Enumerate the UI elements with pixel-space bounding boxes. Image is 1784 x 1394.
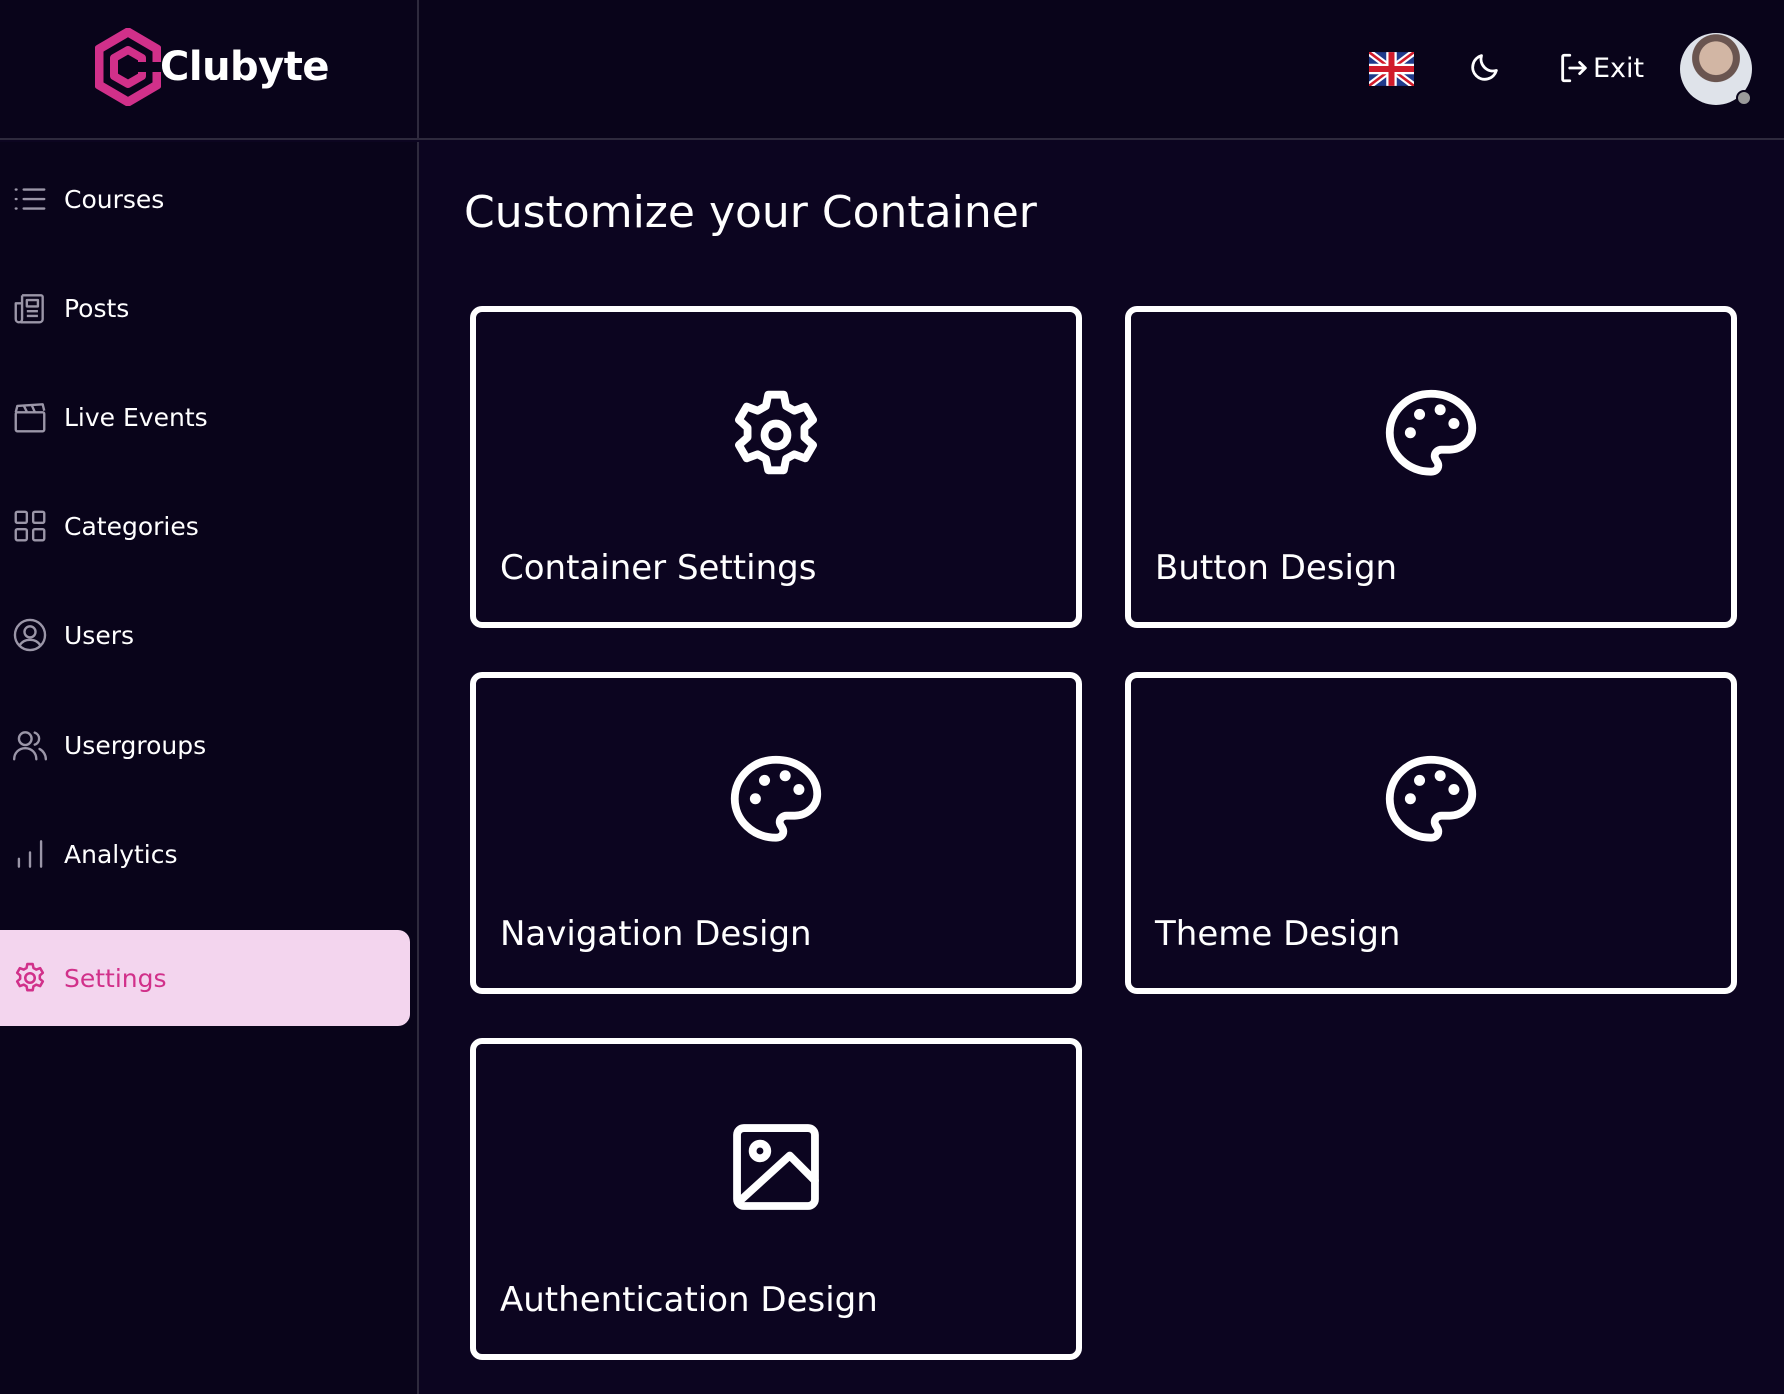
sidebar-item-label: Users bbox=[64, 620, 135, 650]
presence-status-dot bbox=[1736, 90, 1752, 106]
sidebar-item-categories[interactable]: Categories bbox=[0, 478, 410, 574]
top-bar: Clubyte Exit bbox=[0, 0, 1784, 140]
gear-icon bbox=[15, 962, 45, 992]
gear-icon bbox=[734, 390, 818, 475]
users-icon bbox=[12, 731, 48, 761]
sidebar-item-posts[interactable]: Posts bbox=[0, 260, 410, 356]
palette-icon bbox=[1385, 389, 1477, 476]
palette-icon bbox=[730, 755, 822, 842]
clapperboard-icon bbox=[14, 403, 46, 433]
sidebar-item-label: Analytics bbox=[64, 839, 178, 869]
card-label: Button Design bbox=[1155, 548, 1398, 588]
sidebar: Courses Posts Live Events Categories Use… bbox=[0, 142, 419, 1394]
page-title: Customize your Container bbox=[464, 187, 1037, 238]
clubyte-logo-icon bbox=[95, 28, 161, 106]
sidebar-item-settings[interactable]: Settings bbox=[0, 930, 410, 1026]
sidebar-item-label: Categories bbox=[64, 511, 199, 541]
logo-area: Clubyte bbox=[0, 0, 419, 140]
card-label: Authentication Design bbox=[500, 1280, 878, 1320]
user-circle-icon bbox=[13, 618, 47, 652]
sidebar-item-courses[interactable]: Courses bbox=[0, 151, 410, 247]
bar-chart-icon bbox=[17, 840, 43, 868]
sidebar-item-usergroups[interactable]: Usergroups bbox=[0, 697, 410, 793]
sidebar-item-label: Posts bbox=[64, 293, 130, 323]
image-icon bbox=[733, 1124, 819, 1210]
uk-flag-icon[interactable] bbox=[1369, 52, 1414, 86]
card-label: Theme Design bbox=[1155, 914, 1401, 954]
dark-mode-moon-icon[interactable] bbox=[1468, 50, 1502, 84]
sidebar-item-analytics[interactable]: Analytics bbox=[0, 806, 410, 902]
authentication-design-card[interactable]: Authentication Design bbox=[470, 1038, 1082, 1360]
main-content: Customize your Container Container Setti… bbox=[421, 142, 1784, 1394]
sidebar-item-live-events[interactable]: Live Events bbox=[0, 369, 410, 465]
button-design-card[interactable]: Button Design bbox=[1125, 306, 1737, 628]
palette-icon bbox=[1385, 755, 1477, 842]
logout-icon bbox=[1561, 53, 1587, 83]
exit-label: Exit bbox=[1593, 52, 1645, 84]
sidebar-item-label: Live Events bbox=[64, 402, 208, 432]
exit-button[interactable]: Exit bbox=[1557, 48, 1644, 88]
sidebar-item-users[interactable]: Users bbox=[0, 587, 410, 683]
grid-icon bbox=[14, 510, 46, 542]
sidebar-item-label: Usergroups bbox=[64, 730, 207, 760]
card-label: Navigation Design bbox=[500, 914, 812, 954]
sidebar-item-label: Courses bbox=[64, 184, 165, 214]
list-icon bbox=[14, 188, 46, 210]
newspaper-icon bbox=[14, 294, 44, 324]
navigation-design-card[interactable]: Navigation Design bbox=[470, 672, 1082, 994]
card-label: Container Settings bbox=[500, 548, 817, 588]
sidebar-item-label: Settings bbox=[64, 963, 167, 993]
theme-design-card[interactable]: Theme Design bbox=[1125, 672, 1737, 994]
brand-name: Clubyte bbox=[160, 44, 330, 90]
container-settings-card[interactable]: Container Settings bbox=[470, 306, 1082, 628]
